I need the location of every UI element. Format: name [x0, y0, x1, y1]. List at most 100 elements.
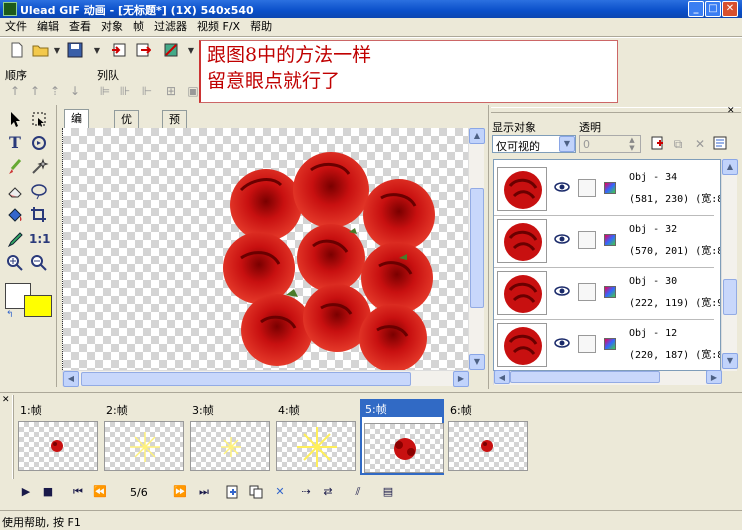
eraser-tool-icon[interactable] [5, 181, 25, 201]
pointer-tool-icon[interactable] [5, 109, 25, 129]
ellipse-tool-icon[interactable] [29, 181, 49, 201]
previous-frame-icon[interactable]: ⏪ [92, 484, 108, 500]
tab-preview[interactable]: 预览 [162, 110, 187, 144]
opacity-field[interactable]: 0 ▲ ▼ [579, 135, 641, 153]
save-icon[interactable] [66, 42, 84, 60]
minimize-button[interactable]: _ [688, 1, 704, 17]
object-row[interactable]: Obj - 30 (222, 119) (宽:9 [494, 268, 720, 320]
magic-wand-tool-icon[interactable] [29, 157, 49, 177]
lock-toggle[interactable] [578, 335, 596, 353]
play-icon[interactable]: ▶ [18, 484, 34, 500]
send-backward-icon[interactable]: ⇡ [46, 82, 64, 100]
duplicate-object-icon[interactable] [649, 135, 667, 153]
first-frame-icon[interactable]: ⏮ [70, 484, 86, 500]
object-list-hscrollbar[interactable]: ◀ ▶ [493, 370, 722, 385]
object-scroll-up-icon[interactable]: ▲ [722, 159, 738, 175]
object-list-scrollbar[interactable]: ▲ ▼ [721, 159, 738, 371]
export-icon[interactable] [134, 42, 152, 60]
delete-frame-icon[interactable]: ✕ [272, 484, 288, 500]
object-scroll-down-icon[interactable]: ▼ [722, 353, 738, 369]
canvas-horizontal-scrollbar[interactable]: ◀ ▶ [62, 370, 469, 387]
bring-forward-icon[interactable]: ↑ [26, 82, 44, 100]
menu-help[interactable]: 帮助 [245, 18, 277, 35]
object-scroll-right-icon[interactable]: ▶ [706, 370, 722, 384]
next-frame-icon[interactable]: ⏩ [172, 484, 188, 500]
background-color-swatch[interactable] [24, 295, 52, 317]
visibility-eye-icon[interactable] [554, 181, 570, 193]
menu-edit[interactable]: 编辑 [32, 18, 64, 35]
merge-object-icon[interactable]: ⧉ [669, 135, 687, 153]
canvas-h-thumb[interactable] [81, 372, 411, 386]
scroll-down-icon[interactable]: ▼ [469, 354, 485, 370]
menu-frame[interactable]: 帧 [128, 18, 149, 35]
scroll-right-icon[interactable]: ▶ [453, 371, 469, 387]
object-scroll-left-icon[interactable]: ◀ [494, 370, 510, 384]
panel-close-icon[interactable]: ✕ [727, 106, 735, 116]
frame-item[interactable]: 2:帧 [102, 399, 186, 475]
bring-front-icon[interactable]: ↑ [6, 82, 24, 100]
stop-icon[interactable]: ■ [40, 484, 56, 500]
zoom-out-icon[interactable] [29, 253, 49, 273]
align-center-icon[interactable]: ⊪ [116, 82, 134, 100]
eyedropper-tool-icon[interactable] [5, 229, 25, 249]
banner-text-icon[interactable]: ⫽ [350, 484, 366, 500]
duplicate-frame-icon[interactable] [248, 484, 264, 500]
frame-panel-close-icon[interactable]: ✕ [2, 395, 10, 405]
text-tool-icon[interactable]: T [5, 133, 25, 153]
frame-item[interactable]: 6:帧 [446, 399, 530, 475]
canvas[interactable] [62, 128, 468, 370]
tab-edit[interactable]: 编辑 [64, 109, 89, 143]
object-list-thumb[interactable] [723, 279, 737, 315]
canvas-v-thumb[interactable] [470, 188, 484, 308]
tween-icon[interactable]: ⇢ [298, 484, 314, 500]
lock-toggle[interactable] [578, 283, 596, 301]
optimize-wizard-icon[interactable] [162, 42, 180, 60]
add-frame-icon[interactable] [224, 484, 240, 500]
object-properties-icon[interactable] [711, 135, 729, 153]
align-left-icon[interactable]: ⊫ [96, 82, 114, 100]
distribute-icon[interactable]: ⊞ [162, 82, 180, 100]
object-filter-select[interactable]: 仅可视的 ▼ [492, 135, 576, 153]
frame-item[interactable]: 5:帧 [360, 399, 444, 475]
object-row[interactable]: Obj - 12 (220, 187) (宽:8 [494, 320, 720, 370]
open-dropdown-icon[interactable]: ▼ [48, 42, 66, 60]
scroll-left-icon[interactable]: ◀ [63, 371, 79, 387]
import-icon[interactable] [110, 42, 128, 60]
fill-tool-icon[interactable] [5, 205, 25, 225]
close-button[interactable]: ✕ [722, 1, 738, 17]
visibility-eye-icon[interactable] [554, 233, 570, 245]
canvas-vertical-scrollbar[interactable]: ▲ ▼ [468, 128, 485, 370]
save-dropdown-icon[interactable]: ▼ [88, 42, 106, 60]
maximize-button[interactable]: □ [705, 1, 721, 17]
object-list-hthumb[interactable] [510, 371, 660, 383]
crop-tool-icon[interactable] [29, 205, 49, 225]
actual-size-tool[interactable]: 1:1 [29, 229, 51, 249]
frame-item[interactable]: 3:帧 [188, 399, 272, 475]
zoom-in-icon[interactable] [5, 253, 25, 273]
visibility-eye-icon[interactable] [554, 285, 570, 297]
frame-properties-icon[interactable]: ▤ [380, 484, 396, 500]
lock-toggle[interactable] [578, 231, 596, 249]
menu-view[interactable]: 查看 [64, 18, 96, 35]
frame-item[interactable]: 4:帧 [274, 399, 358, 475]
opacity-spinner-icon[interactable]: ▲ ▼ [624, 136, 640, 152]
lasso-tool-icon[interactable] [29, 133, 49, 153]
object-row[interactable]: Obj - 32 (570, 201) (宽:8 [494, 216, 720, 268]
menu-video-fx[interactable]: 视频 F/X [192, 18, 245, 35]
menu-filter[interactable]: 过滤器 [149, 18, 192, 35]
optimize-dropdown-icon[interactable]: ▼ [182, 42, 200, 60]
menu-file[interactable]: 文件 [0, 18, 32, 35]
frame-item[interactable]: 1:帧 [16, 399, 100, 475]
visibility-eye-icon[interactable] [554, 337, 570, 349]
tab-optimize[interactable]: 优化 [114, 110, 139, 144]
marquee-tool-icon[interactable] [29, 109, 49, 129]
align-right-icon[interactable]: ⊩ [138, 82, 156, 100]
swap-colors-icon[interactable]: ↰ [6, 310, 14, 320]
filter-dropdown-icon[interactable]: ▼ [559, 136, 575, 152]
menu-object[interactable]: 对象 [96, 18, 128, 35]
scroll-up-icon[interactable]: ▲ [469, 128, 485, 144]
tween-reverse-icon[interactable]: ⇄ [320, 484, 336, 500]
brush-tool-icon[interactable] [5, 157, 25, 177]
send-back-icon[interactable]: ↓ [66, 82, 84, 100]
lock-toggle[interactable] [578, 179, 596, 197]
